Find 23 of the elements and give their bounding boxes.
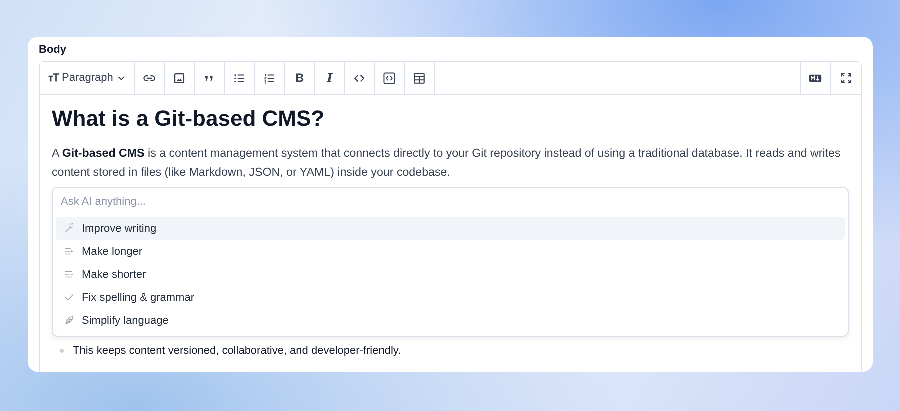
bullet-list-icon — [233, 72, 246, 84]
menu-item[interactable]: Make longer — [56, 240, 845, 263]
image-icon — [173, 72, 186, 84]
heading: What is a Git-based CMS? — [52, 106, 326, 132]
paragraph-dropdown[interactable]: Paragraph — [40, 62, 136, 94]
lines-arrow-icon — [64, 246, 75, 257]
code-block-icon — [383, 72, 396, 84]
expand-icon — [840, 72, 852, 84]
menu-item[interactable]: Improve writing — [56, 217, 845, 240]
field-label: Body — [39, 44, 68, 56]
list-item: This keeps content versioned, collaborative, and developer-friendly. — [73, 345, 402, 357]
menu-item[interactable]: Simplify language — [56, 309, 845, 332]
numbered-list-icon — [263, 72, 276, 84]
feather-icon — [64, 315, 75, 326]
text-size-icon — [48, 72, 60, 84]
check-icon — [64, 292, 75, 303]
table-icon — [413, 72, 426, 84]
menu-item[interactable]: Fix spelling & grammar — [56, 286, 845, 309]
wand-icon — [64, 223, 75, 234]
menu-item[interactable]: Make shorter — [56, 263, 845, 286]
bullet-icon — [60, 349, 64, 353]
paragraph: A Git-based CMS is a content management system that connects directly to your Git repository instead of using a traditional database. It reads and writes content stored in files (like Markdown, JSON, or YAML) inside your codebase. — [52, 146, 842, 181]
lines-icon — [64, 269, 75, 280]
